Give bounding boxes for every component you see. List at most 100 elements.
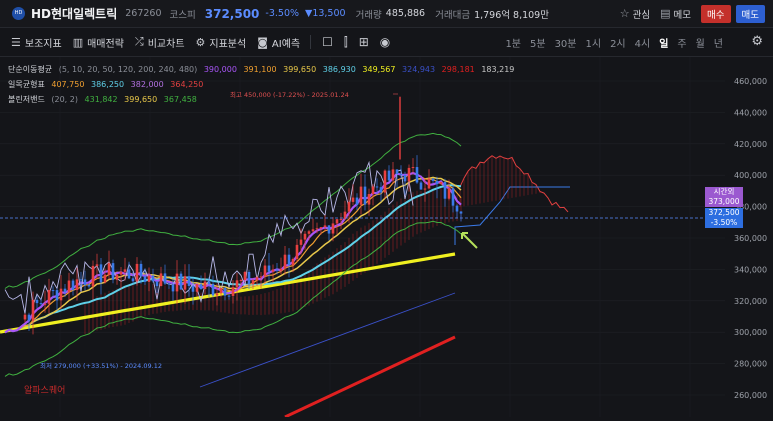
legend-bollinger[interactable]: 볼린저밴드 (20, 2) 431,842 399,650 367,458 [8,94,201,105]
period-day[interactable]: 일 [659,35,668,50]
candle-body [395,169,399,174]
period-month[interactable]: 월 [696,35,705,50]
sma-params: (5, 10, 20, 50, 120, 200, 240, 480) [58,65,198,74]
star-icon: ☆ [619,7,630,20]
grid-icon[interactable]: ⊞ [359,35,369,49]
analysis-button[interactable]: ⚙ 지표분석 [196,35,247,50]
ai-predict-button[interactable]: ◙ AI예측 [257,35,300,50]
candle-icon[interactable]: ⫿ [344,35,348,50]
candle-body [51,290,55,292]
candle-body [439,182,443,185]
chart-canvas[interactable]: 460,000440,000420,000400,000380,000360,0… [0,57,773,419]
period-year[interactable]: 년 [714,35,723,50]
candle-body [347,201,351,212]
candle-body [119,271,123,275]
price-chart[interactable]: 460,000 440,000 420,000 400,000 380,000 360,0… [0,57,773,419]
period-30m[interactable]: 30분 [555,35,577,50]
volume-value: 485,886 [385,8,426,19]
ichimoku-span-b: 364,250 [170,80,204,89]
sma-200: 324,943 [402,65,436,74]
period-week[interactable]: 주 [677,35,686,50]
legend-sma[interactable]: 단순이동평균 (5, 10, 20, 50, 120, 200, 240, 48… [8,64,518,75]
after-hours-label: 시간외 [713,187,735,196]
after-hours-tag: 시간외 373,000 [705,187,743,207]
candle-body [423,188,427,190]
candle-body [331,223,335,234]
candle-body [127,269,131,279]
candle-body [67,280,71,293]
y-tick-label: 440,000 [734,108,767,117]
period-2h[interactable]: 2시 [610,35,626,50]
close-price-pct: -3.50% [710,218,738,227]
candle-body [303,233,307,240]
candle-body [299,239,303,245]
sma-480: 183,219 [481,65,515,74]
candle-body [211,283,215,296]
legend-ichimoku[interactable]: 일목균형표 407,750 386,250 382,000 364,250 [8,79,207,90]
memo-button[interactable]: ▤ 메모 [660,7,691,21]
y-tick-label: 320,000 [734,297,767,306]
candle-body [259,276,263,278]
candle-body [339,218,343,220]
candle-body [263,265,267,277]
candle-body [287,254,291,266]
indicator-label: 보조지표 [24,38,62,50]
candle-body [27,314,31,321]
analysis-icon: ⚙ [195,35,206,49]
candle-body [255,277,259,281]
buy-button[interactable]: 매수 [701,4,731,23]
period-1h[interactable]: 1시 [586,35,602,50]
watch-label: 관심 [632,9,651,21]
y-tick-label: 360,000 [734,234,767,243]
ichimoku-span-a: 382,000 [130,80,164,89]
candles [23,96,463,335]
memo-label: 메모 [673,9,692,21]
candle-body [63,288,67,293]
candle-body [403,175,407,182]
candle-body [95,264,99,266]
candle-body [435,180,439,185]
candle-body [131,278,135,282]
watch-button[interactable]: ☆ 관심 [620,7,650,21]
stock-header: HD HD현대일렉트릭 267260 코스피 372,500 -3.50% ▼1… [0,0,773,28]
candle-body [319,227,323,229]
period-4h[interactable]: 4시 [635,35,651,50]
period-5m[interactable]: 5분 [530,35,546,50]
bollinger-mid: 399,650 [124,95,158,104]
settings-icon[interactable]: ⚙ [751,34,763,49]
change-amount: ▼13,500 [305,8,346,19]
candle-body [163,273,167,284]
candle-body [351,197,355,202]
candle-body [415,167,419,183]
close-price-value: 372,500 [708,208,740,217]
current-price: 372,500 [204,6,260,21]
y-tick-label: 340,000 [734,265,767,274]
strategy-button[interactable]: ▥ 매매전략 [73,35,124,50]
candle-body [283,254,287,269]
sma-240: 298,181 [441,65,475,74]
period-1m[interactable]: 1분 [505,35,521,50]
candle-body [175,273,179,292]
candle-body [103,274,107,283]
y-axis: 460,000440,000420,000400,000380,000360,0… [734,77,767,400]
stock-name[interactable]: HD현대일렉트릭 [31,5,117,22]
candle-body [251,280,255,285]
sell-button[interactable]: 매도 [735,4,765,23]
turnover-label: 거래대금 [435,9,471,21]
candle-body [267,265,271,272]
candle-body [243,271,247,280]
candle-body [455,205,459,212]
square-icon[interactable]: ☐ [322,35,333,49]
market-name: 코스피 [169,9,196,21]
candle-body [451,188,455,206]
candle-body [443,182,447,199]
indicator-button[interactable]: ☰ 보조지표 [11,35,62,50]
candle-body [143,276,147,282]
candle-body [407,167,411,182]
ichimoku-label: 일목균형표 [8,80,45,89]
candle-body [275,269,279,271]
candle-body [411,167,415,169]
candle-body [159,273,163,287]
compare-button[interactable]: ⤮ 비교차트 [135,35,185,50]
camera-icon[interactable]: ◉ [380,35,390,49]
